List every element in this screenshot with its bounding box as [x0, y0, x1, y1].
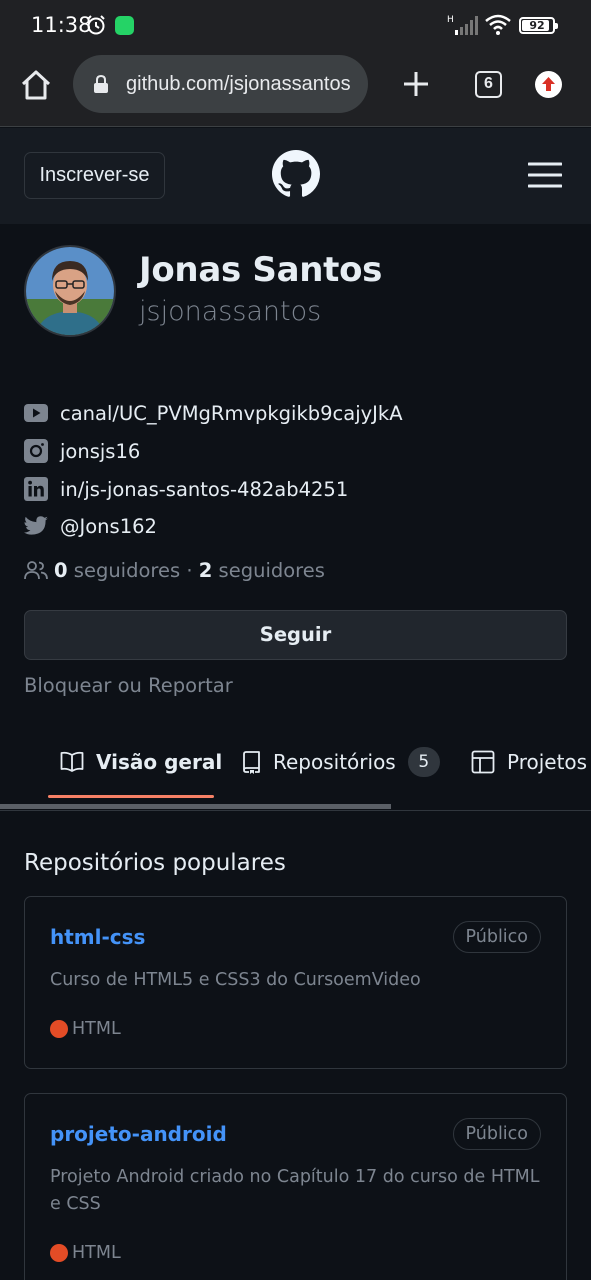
signal-icon: H — [447, 14, 481, 41]
hamburger-menu-button[interactable] — [527, 162, 563, 188]
popular-repos-heading: Repositórios populares — [24, 850, 286, 876]
social-link-text: @Jons162 — [60, 514, 157, 538]
status-bar: 11:38 H 92 — [0, 0, 591, 50]
following-label[interactable]: seguidores — [219, 559, 325, 582]
twitter-icon — [24, 514, 48, 538]
repo-description: Projeto Android criado no Capítulo 17 do… — [50, 1167, 540, 1214]
alarm-icon — [85, 14, 107, 41]
repo-name-link[interactable]: projeto-android — [50, 1122, 227, 1146]
followers-row: 0 seguidores · 2 seguidores — [24, 556, 325, 584]
repo-language: HTML — [50, 1017, 121, 1041]
tab-label: Visão geral — [96, 750, 223, 774]
profile-username: jsjonassantos — [139, 296, 322, 327]
profile-tabs: Visão geral Repositórios 5 Projetos — [0, 730, 591, 811]
youtube-icon — [24, 401, 48, 425]
github-icon[interactable] — [272, 150, 320, 203]
social-link-linkedin[interactable]: in/js-jonas-santos-482ab4251 — [24, 474, 348, 504]
tab-repositories[interactable]: Repositórios 5 — [241, 744, 440, 780]
status-time: 11:38 — [31, 13, 92, 37]
visibility-badge: Público — [452, 921, 541, 953]
tabs-scrollbar[interactable] — [0, 804, 391, 809]
following-count[interactable]: 2 — [199, 559, 213, 582]
active-tab-underline — [48, 795, 214, 798]
address-bar[interactable]: github.com/jsjonassantos — [73, 55, 368, 113]
social-link-twitter[interactable]: @Jons162 — [24, 511, 157, 541]
repositories-counter: 5 — [407, 747, 440, 777]
repo-description: Curso de HTML5 e CSS3 do CursoemVideo — [50, 970, 421, 990]
hamburger-menu-icon — [527, 162, 563, 188]
battery-icon: 92 — [519, 17, 558, 34]
language-label: HTML — [72, 1243, 121, 1263]
language-color-dot — [50, 1020, 68, 1038]
language-label: HTML — [72, 1019, 121, 1039]
repo-name-link[interactable]: html-css — [50, 925, 145, 949]
social-link-instagram[interactable]: jonsjs16 — [24, 436, 140, 466]
update-button[interactable] — [535, 71, 562, 98]
social-link-text: in/js-jonas-santos-482ab4251 — [60, 477, 349, 501]
tab-projects[interactable]: Projetos — [471, 744, 587, 780]
followers-label[interactable]: seguidores — [74, 559, 180, 582]
tab-label: Projetos — [507, 750, 588, 774]
browser-toolbar: github.com/jsjonassantos 6 — [0, 50, 591, 127]
github-header: Inscrever-se — [0, 128, 591, 224]
profile-display-name: Jonas Santos — [139, 250, 383, 290]
signup-button[interactable]: Inscrever-se — [24, 152, 165, 199]
followers-count[interactable]: 0 — [54, 559, 68, 582]
follow-button[interactable]: Seguir — [24, 610, 567, 660]
followers-separator: · — [186, 558, 193, 582]
svg-text:H: H — [447, 15, 454, 25]
social-link-youtube[interactable]: canal/UC_PVMgRmvpkgikb9cajyJkA — [24, 398, 403, 428]
battery-level: 92 — [529, 19, 545, 32]
update-icon — [542, 77, 555, 91]
social-link-text: jonsjs16 — [60, 439, 141, 463]
repo-language: HTML — [50, 1241, 121, 1265]
book-icon — [60, 751, 84, 773]
social-link-text: canal/UC_PVMgRmvpkgikb9cajyJkA — [60, 401, 403, 425]
home-button[interactable] — [18, 69, 54, 101]
repo-card: projeto-android Público Projeto Android … — [24, 1093, 567, 1280]
tab-switcher-button[interactable]: 6 — [475, 71, 502, 98]
whatsapp-icon — [115, 16, 134, 35]
wifi-icon — [485, 14, 511, 41]
tab-label: Repositórios — [273, 750, 396, 774]
tab-overview[interactable]: Visão geral — [60, 744, 222, 780]
instagram-icon — [24, 439, 48, 463]
avatar[interactable] — [24, 245, 116, 337]
visibility-badge: Público — [452, 1118, 541, 1150]
lock-icon — [93, 74, 109, 99]
people-icon — [24, 560, 48, 580]
repo-icon — [241, 750, 261, 774]
url-text: github.com/jsjonassantos — [126, 73, 351, 95]
plus-icon — [404, 72, 428, 96]
block-or-report-link[interactable]: Bloquear ou Reportar — [24, 674, 233, 697]
table-icon — [471, 750, 495, 774]
new-tab-button[interactable] — [401, 69, 431, 99]
repo-card: html-css Público Curso de HTML5 e CSS3 d… — [24, 896, 567, 1069]
language-color-dot — [50, 1244, 68, 1262]
home-icon — [21, 70, 51, 100]
linkedin-icon — [24, 477, 48, 501]
